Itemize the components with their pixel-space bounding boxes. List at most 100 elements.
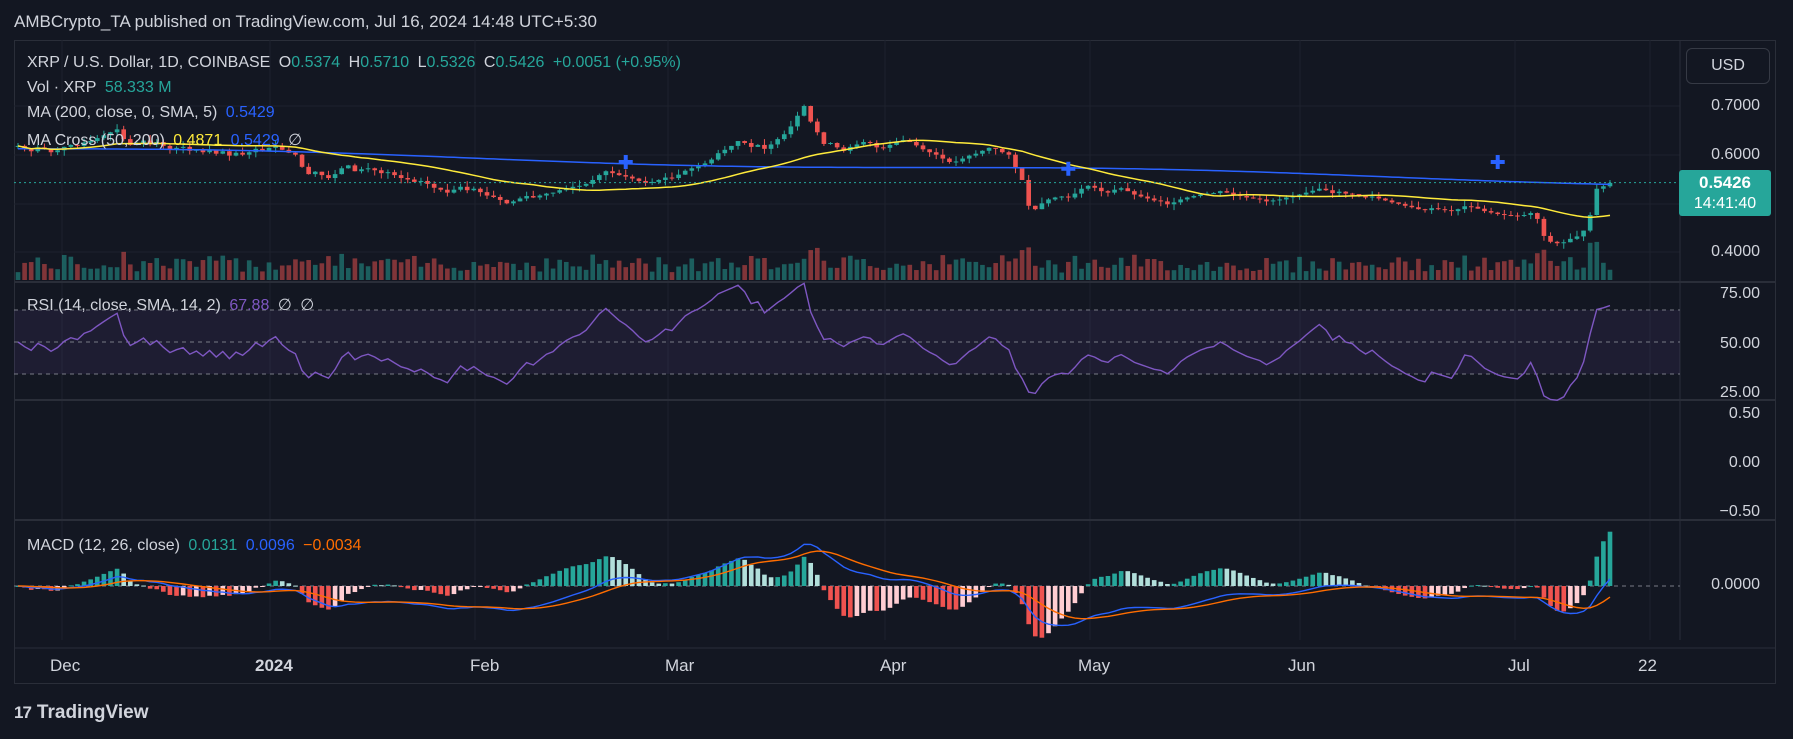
macd-hist-bar [1052,586,1058,627]
candle-body [933,152,939,155]
symbol-legend[interactable]: XRP / U.S. Dollar, 1D, COINBASE O0.5374 … [27,54,685,72]
volume-bar [1475,266,1481,280]
rsi-label: RSI (14, close, SMA, 14, 2) [27,297,221,314]
macd-hist-bar [1112,573,1117,586]
macd-hist-bar [1290,580,1296,586]
candle-body [1389,200,1395,203]
candle-body [1046,199,1051,204]
candle-body [663,177,668,180]
volume-bar [557,259,562,280]
macd-hist-bar [702,572,708,586]
ma-value: 0.5429 [225,104,275,121]
volume-bar [48,268,54,280]
candle-body [821,132,827,144]
candle-body [1435,208,1441,210]
volume-bar [1548,260,1553,280]
volume-bar [253,266,259,280]
volume-bar [273,269,278,280]
candle-body [953,161,959,163]
candle-body [464,186,470,191]
candle-body [1118,188,1124,190]
candle-body [1250,197,1256,199]
macd-hist-bar [973,586,979,598]
macd-hist-bar [1521,586,1527,589]
price-axis-label: 0.6000 [1711,146,1760,163]
volume-bar [1231,265,1236,280]
volume-bar [933,270,939,280]
macd-hist-bar [1191,575,1197,586]
macd-hist-bar [286,583,292,586]
volume-bar [649,271,655,280]
volume-bar [1521,259,1527,280]
volume-bar [260,271,265,280]
macd-hist-bar [1079,586,1084,594]
candle-body [630,176,635,179]
macd-hist-bar [246,586,252,592]
macd-legend[interactable]: MACD (12, 26, close) 0.0131 0.0096 −0.00… [27,537,365,555]
macd-hist-bar [623,564,629,586]
volume-bar [438,264,444,280]
macd-hist-bar [1541,586,1547,598]
ma-legend[interactable]: MA (200, close, 0, SMA, 5) 0.5429 [27,104,279,122]
volume-bar [663,264,668,280]
volume-bar [1561,261,1567,280]
volume-bar [682,264,688,280]
volume-bar [986,267,992,280]
candle-body [590,179,596,184]
ma-lines [14,139,1680,219]
macd-hist-bar [583,564,589,586]
rsi-legend[interactable]: RSI (14, close, SMA, 14, 2) 67.88 ∅ ∅ [27,295,318,315]
candle-body [544,193,549,196]
volume-bar [544,258,549,280]
ma-cross-legend[interactable]: MA Cross (50, 200) 0.4871 0.5429 ∅ [27,130,306,150]
volume-bar [1601,262,1606,280]
volume-bar [1383,269,1388,280]
candle-body [1383,198,1388,201]
volume-bar [841,257,847,280]
candle-body [491,195,496,198]
candle-body [1581,230,1586,237]
candle-body [1416,207,1421,210]
tradingview-logo[interactable]: 17 TradingView [14,702,149,724]
macd-hist-bar [1257,580,1263,586]
candle-body [1402,203,1408,206]
volume-legend[interactable]: Vol · XRP 58.333 M [27,79,176,97]
macd-hist-bar [1442,586,1448,595]
macd-hist-bar [1548,586,1553,607]
macd-hist-bar [795,564,800,586]
macd-hist-bar [511,586,516,592]
macd-hist-bar [867,586,873,611]
volume-bar [94,268,100,280]
macd-hist-bar [1032,586,1038,637]
candle-body [1528,213,1534,216]
candle-body [319,171,325,176]
macd-hist-bar [1237,572,1243,586]
currency-button[interactable]: USD [1686,48,1770,84]
volume-bar [616,260,622,280]
candle-body [227,151,232,156]
low-label: L [417,54,427,71]
macd-hist-bar [1554,586,1560,611]
candle-body [583,183,589,186]
candle-body [511,201,516,204]
macd-hist-bar [610,557,615,586]
volume-bar [1158,261,1164,280]
macd-hist-bar [1587,580,1593,586]
macd-hist-bar [1231,570,1236,586]
volume-bar [848,255,853,280]
macd-hist-bar [834,586,840,609]
candle-body [1198,194,1203,197]
macd-hist-bar [563,568,569,586]
candle-body [1079,188,1084,194]
candle-body [1336,191,1342,194]
volume-bar [1554,265,1560,280]
candle-body [1601,186,1606,189]
macd-hist-bar [167,586,173,595]
candle-body [1270,200,1276,202]
macd-hist-bar [1535,586,1540,588]
macd-hist-bar [1488,586,1494,587]
volume-bar [861,258,866,280]
volume-bar [61,254,67,280]
volume-bar [306,260,311,280]
volume-bar [1244,268,1249,280]
